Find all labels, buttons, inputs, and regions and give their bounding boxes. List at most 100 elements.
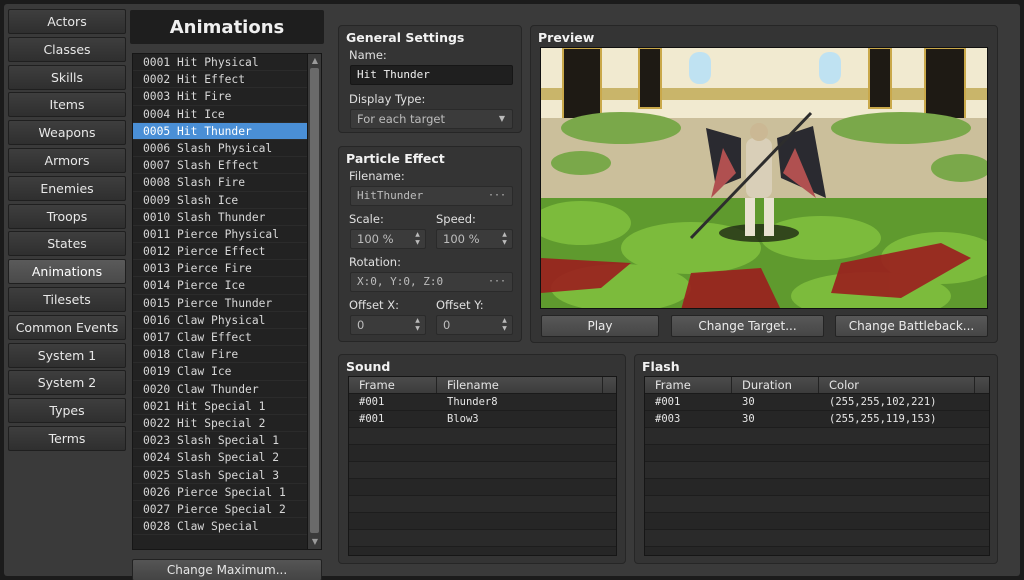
scroll-down-icon[interactable]: ▼ <box>310 537 320 547</box>
spin-arrows-icon[interactable]: ▲ ▼ <box>413 231 422 247</box>
nav-item-weapons[interactable]: Weapons <box>8 120 126 146</box>
table-row[interactable]: #003 30 (255,255,119,153) <box>645 411 989 428</box>
list-item[interactable]: 0011 Pierce Physical <box>133 226 307 244</box>
empty-row[interactable] <box>349 445 616 462</box>
nav-item-troops[interactable]: Troops <box>8 203 126 229</box>
list-item[interactable]: 0009 Slash Ice <box>133 192 307 209</box>
list-item[interactable]: 0028 Claw Special <box>133 518 307 536</box>
empty-row[interactable] <box>349 513 616 530</box>
change-target-button[interactable]: Change Target... <box>671 315 824 337</box>
list-item[interactable]: 0007 Slash Effect <box>133 157 307 175</box>
filename-value: HitThunder <box>357 189 424 202</box>
list-item[interactable]: 0006 Slash Physical <box>133 140 307 158</box>
scroll-up-icon[interactable]: ▲ <box>310 56 320 66</box>
empty-row[interactable] <box>645 530 989 547</box>
list-item[interactable]: 0020 Claw Thunder <box>133 381 307 398</box>
offset-y-value: 0 <box>443 318 451 332</box>
column-header[interactable]: Frame <box>349 377 437 393</box>
list-item[interactable]: 0014 Pierce Ice <box>133 277 307 295</box>
nav-item-actors[interactable]: Actors <box>8 9 126 34</box>
list-item[interactable]: 0021 Hit Special 1 <box>133 398 307 415</box>
column-header[interactable]: Frame <box>645 377 732 393</box>
table-row[interactable]: #001 Blow3 <box>349 411 616 428</box>
nav-item-system-2[interactable]: System 2 <box>8 370 126 396</box>
table-row[interactable]: #001 Thunder8 <box>349 394 616 411</box>
play-button[interactable]: Play <box>541 315 659 337</box>
list-scrollbar[interactable]: ▲ ▼ <box>307 54 321 549</box>
scroll-thumb[interactable] <box>310 68 319 533</box>
list-item[interactable]: 0016 Claw Physical <box>133 312 307 329</box>
list-item[interactable]: 0001 Hit Physical <box>133 54 307 72</box>
scale-spinbox[interactable]: 100 % ▲ ▼ <box>350 229 426 249</box>
list-item[interactable]: 0023 Slash Special 1 <box>133 432 307 450</box>
empty-row[interactable] <box>645 462 989 479</box>
empty-row[interactable] <box>349 530 616 547</box>
empty-row[interactable] <box>349 496 616 513</box>
animation-list[interactable]: 0001 Hit Physical 0002 Hit Effect 0003 Hit… <box>132 53 322 550</box>
list-item[interactable]: 0004 Hit Ice <box>133 106 307 123</box>
list-item[interactable]: 0008 Slash Fire <box>133 174 307 192</box>
list-item[interactable]: 0026 Pierce Special 1 <box>133 484 307 501</box>
display-type-label: Display Type: <box>349 92 426 106</box>
sound-table[interactable]: Frame Filename #001 Thunder8 #001 Blow3 <box>348 376 617 556</box>
nav-item-enemies[interactable]: Enemies <box>8 175 126 201</box>
browse-icon[interactable]: ··· <box>488 273 506 291</box>
speed-spinbox[interactable]: 100 % ▲ ▼ <box>436 229 513 249</box>
nav-item-terms[interactable]: Terms <box>8 425 126 451</box>
list-item[interactable]: 0027 Pierce Special 2 <box>133 501 307 519</box>
list-item[interactable]: 0003 Hit Fire <box>133 88 307 106</box>
list-item[interactable]: 0025 Slash Special 3 <box>133 467 307 484</box>
browse-icon[interactable]: ··· <box>488 187 506 205</box>
rotation-field[interactable]: X:0, Y:0, Z:0 ··· <box>350 272 513 292</box>
empty-row[interactable] <box>349 479 616 496</box>
filename-field[interactable]: HitThunder ··· <box>350 186 513 206</box>
list-item[interactable]: 0018 Claw Fire <box>133 346 307 364</box>
change-maximum-button[interactable]: Change Maximum... <box>132 559 322 580</box>
nav-item-armors[interactable]: Armors <box>8 147 126 173</box>
empty-row[interactable] <box>645 513 989 530</box>
column-header[interactable]: Filename <box>437 377 603 393</box>
column-header[interactable]: Duration <box>732 377 819 393</box>
offset-x-spinbox[interactable]: 0 ▲ ▼ <box>350 315 426 335</box>
spin-arrows-icon[interactable]: ▲ ▼ <box>500 231 509 247</box>
list-item[interactable]: 0012 Pierce Effect <box>133 243 307 261</box>
nav-item-tilesets[interactable]: Tilesets <box>8 286 126 312</box>
preview-canvas[interactable] <box>540 47 988 309</box>
offset-y-spinbox[interactable]: 0 ▲ ▼ <box>436 315 513 335</box>
table-row[interactable]: #001 30 (255,255,102,221) <box>645 394 989 411</box>
nav-item-animations[interactable]: Animations <box>8 259 126 285</box>
change-battleback-button[interactable]: Change Battleback... <box>835 315 988 337</box>
empty-row[interactable] <box>645 428 989 445</box>
nav-item-types[interactable]: Types <box>8 398 126 424</box>
list-item[interactable]: 0010 Slash Thunder <box>133 209 307 226</box>
list-item[interactable]: 0005 Hit Thunder <box>133 122 307 140</box>
list-item[interactable]: 0019 Claw Ice <box>133 363 307 381</box>
filename-label: Filename: <box>349 169 405 183</box>
empty-row[interactable] <box>645 479 989 496</box>
nav-item-system-1[interactable]: System 1 <box>8 342 126 368</box>
empty-row[interactable] <box>645 445 989 462</box>
nav-item-classes[interactable]: Classes <box>8 36 126 62</box>
list-item[interactable]: 0002 Hit Effect <box>133 71 307 89</box>
spin-arrows-icon[interactable]: ▲ ▼ <box>500 317 509 333</box>
list-item[interactable]: 0024 Slash Special 2 <box>133 449 307 467</box>
rotation-label: Rotation: <box>349 255 401 269</box>
nav-item-items[interactable]: Items <box>8 92 126 118</box>
list-item[interactable]: 0013 Pierce Fire <box>133 260 307 278</box>
name-field[interactable]: Hit Thunder <box>350 65 513 85</box>
frame-cell: #001 <box>359 396 385 408</box>
list-item[interactable]: 0017 Claw Effect <box>133 329 307 347</box>
flash-table[interactable]: Frame Duration Color #001 30 (255,255,10… <box>644 376 990 556</box>
column-header[interactable]: Color <box>819 377 975 393</box>
empty-row[interactable] <box>645 496 989 513</box>
display-type-select[interactable]: For each target ▼ <box>350 109 513 129</box>
nav-item-common-events[interactable]: Common Events <box>8 314 126 340</box>
nav-item-states[interactable]: States <box>8 231 126 257</box>
empty-row[interactable] <box>349 462 616 479</box>
list-item[interactable]: 0015 Pierce Thunder <box>133 295 307 312</box>
name-label: Name: <box>349 48 387 62</box>
list-item[interactable]: 0022 Hit Special 2 <box>133 415 307 433</box>
nav-item-skills[interactable]: Skills <box>8 64 126 90</box>
spin-arrows-icon[interactable]: ▲ ▼ <box>413 317 422 333</box>
empty-row[interactable] <box>349 428 616 445</box>
